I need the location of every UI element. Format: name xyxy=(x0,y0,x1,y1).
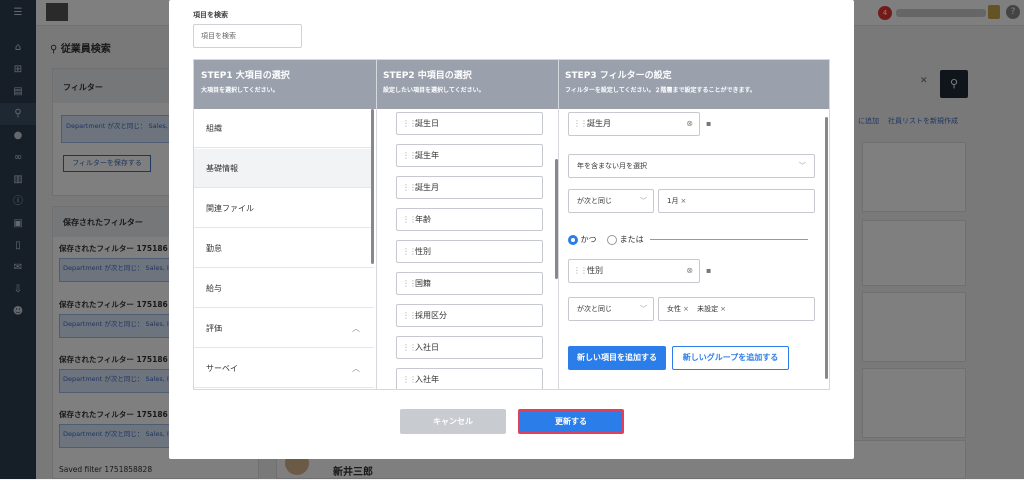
step1-header: STEP1 大項目の選択 大項目を選択してください。 xyxy=(194,60,376,109)
logic-divider xyxy=(650,239,809,240)
category-item[interactable]: サーベイ ︿ xyxy=(194,349,374,388)
step1-scrollbar[interactable] xyxy=(371,109,374,264)
drag-handle-icon[interactable]: ⋮⋮ xyxy=(573,113,588,135)
category-item[interactable]: 関連ファイル xyxy=(194,189,374,228)
sub-item[interactable]: ⋮⋮ 性別 xyxy=(396,240,543,263)
sub-item[interactable]: ⋮⋮ 国籍 xyxy=(396,272,543,295)
radio-or[interactable] xyxy=(607,234,618,245)
drag-handle-icon[interactable]: ⋮⋮ xyxy=(402,305,417,326)
chevron-down-icon: ﹀ xyxy=(640,305,647,313)
drag-handle-icon[interactable]: ⋮⋮ xyxy=(573,260,588,282)
drag-handle-icon[interactable]: ⋮⋮ xyxy=(402,273,417,294)
remove-tag-icon[interactable]: × xyxy=(720,305,726,313)
chevron-down-icon: ﹀ xyxy=(640,197,647,205)
chevron-up-icon: ︿ xyxy=(352,364,360,373)
step3-header: STEP3 フィルターの設定 フィルターを設定してください。２階層まで設定するこ… xyxy=(558,60,829,109)
chevron-down-icon: ﹀ xyxy=(799,162,806,170)
sub-item[interactable]: ⋮⋮ 誕生日 xyxy=(396,112,543,135)
step1-title: STEP1 大項目の選択 xyxy=(201,71,290,81)
step2-title: STEP2 中項目の選択 xyxy=(383,71,472,81)
trash-icon[interactable]: ▪ xyxy=(706,266,711,275)
radio-and[interactable] xyxy=(568,234,578,245)
remove-tag-icon[interactable]: × xyxy=(680,197,686,205)
step2-header: STEP2 中項目の選択 設定したい項目を選択してください。 xyxy=(376,60,558,109)
filter2-value-input[interactable]: 女性 × 未設定 × xyxy=(658,297,815,321)
sub-item[interactable]: ⋮⋮ 採用区分 xyxy=(396,304,543,327)
value-tag: 未設定 × xyxy=(697,305,726,313)
sub-item[interactable]: ⋮⋮ 年齢 xyxy=(396,208,543,231)
drag-handle-icon[interactable]: ⋮⋮ xyxy=(402,369,417,389)
value-tag: 女性 × xyxy=(667,305,689,313)
filter1-field-chip[interactable]: ⋮⋮ 誕生月 ⊗ xyxy=(568,112,700,136)
category-item[interactable]: 組織 xyxy=(194,109,374,148)
category-item[interactable]: 給与 xyxy=(194,269,374,308)
step3-panel: ⋮⋮ 誕生月 ⊗ ▪ 年を含まない月を選択 ﹀ が次と同じ ﹀ 1月 × かつ ま… xyxy=(558,109,829,389)
sub-item[interactable]: ⋮⋮ 誕生月 xyxy=(396,176,543,199)
drag-handle-icon[interactable]: ⋮⋮ xyxy=(402,145,417,166)
step1-list: 組織 基礎情報 関連ファイル 勤怠 給与 評価 ︿ サーベイ ︿ xyxy=(194,109,376,389)
field-search-label: 項目を検索 xyxy=(193,11,228,19)
step1-subtitle: 大項目を選択してください。 xyxy=(201,87,279,94)
value-tag: 1月 × xyxy=(667,197,687,205)
trash-icon[interactable]: ▪ xyxy=(706,119,711,128)
sub-item[interactable]: ⋮⋮ 入社日 xyxy=(396,336,543,359)
logic-toggle: かつ または xyxy=(568,234,818,246)
filter2-operator-select[interactable]: が次と同じ ﹀ xyxy=(568,297,654,321)
filter-settings-modal: 項目を検索 項目を検索 STEP1 大項目の選択 大項目を選択してください。 S… xyxy=(169,0,854,459)
chevron-up-icon: ︿ xyxy=(352,324,360,333)
add-item-button[interactable]: 新しい項目を追加する xyxy=(568,346,666,370)
filter2-field-chip[interactable]: ⋮⋮ 性別 ⊗ xyxy=(568,259,700,283)
remove-tag-icon[interactable]: × xyxy=(683,305,689,313)
category-item-selected[interactable]: 基礎情報 xyxy=(194,149,374,188)
step3-title: STEP3 フィルターの設定 xyxy=(565,71,672,81)
clear-circle-icon[interactable]: ⊗ xyxy=(686,113,693,135)
cancel-button[interactable]: キャンセル xyxy=(400,409,506,434)
filter1-value-input[interactable]: 1月 × xyxy=(658,189,815,213)
step3-subtitle: フィルターを設定してください。２階層まで設定することができます。 xyxy=(565,87,756,94)
add-group-button[interactable]: 新しいグループを追加する xyxy=(672,346,789,370)
drag-handle-icon[interactable]: ⋮⋮ xyxy=(402,337,417,358)
drag-handle-icon[interactable]: ⋮⋮ xyxy=(402,113,417,134)
sub-item[interactable]: ⋮⋮ 誕生年 xyxy=(396,144,543,167)
category-item[interactable]: 評価 ︿ xyxy=(194,309,374,348)
drag-handle-icon[interactable]: ⋮⋮ xyxy=(402,241,417,262)
step2-list: ⋮⋮ 誕生日 ⋮⋮ 誕生年 ⋮⋮ 誕生月 ⋮⋮ 年齢 ⋮⋮ 性別 ⋮⋮ 国籍 ⋮⋮ 採用区分 … xyxy=(376,109,558,389)
field-search-input[interactable]: 項目を検索 xyxy=(193,24,302,48)
month-select[interactable]: 年を含まない月を選択 ﹀ xyxy=(568,154,815,178)
update-button[interactable]: 更新する xyxy=(518,409,624,434)
step2-subtitle: 設定したい項目を選択してください。 xyxy=(383,87,485,94)
sub-item[interactable]: ⋮⋮ 入社年 xyxy=(396,368,543,389)
clear-circle-icon[interactable]: ⊗ xyxy=(686,260,693,282)
filter-steps-grid: STEP1 大項目の選択 大項目を選択してください。 STEP2 中項目の選択 … xyxy=(193,59,830,390)
drag-handle-icon[interactable]: ⋮⋮ xyxy=(402,209,417,230)
category-item[interactable]: 勤怠 xyxy=(194,229,374,268)
drag-handle-icon[interactable]: ⋮⋮ xyxy=(402,177,417,198)
step3-scrollbar[interactable] xyxy=(825,117,828,379)
filter1-operator-select[interactable]: が次と同じ ﹀ xyxy=(568,189,654,213)
